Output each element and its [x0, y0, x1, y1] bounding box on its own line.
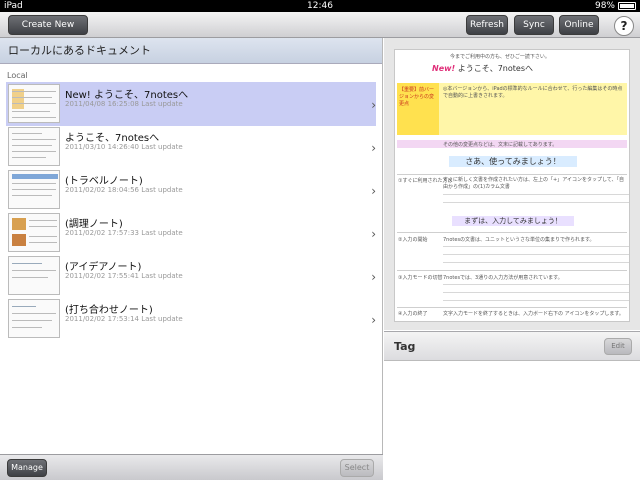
- preview-label-2: ②入力の開始: [398, 237, 428, 243]
- battery-icon: [618, 2, 636, 10]
- preview-rule: [443, 284, 629, 285]
- preview-new-badge: New!: [432, 64, 456, 73]
- preview-divider: [397, 270, 627, 271]
- document-preview[interactable]: 今までご利用中の方も、ぜひご一読下さい。 New! ようこそ、7notesへ ◎…: [394, 49, 630, 322]
- document-thumbnail: [8, 213, 60, 252]
- document-date: 2011/02/02 17:55:41 Last update: [65, 272, 183, 280]
- document-row[interactable]: New! ようこそ、7notesへ 2011/04/08 16:25:08 La…: [6, 82, 376, 126]
- preview-label-4: ④入力の終了: [398, 311, 428, 317]
- status-bar: iPad 12:46 98%: [0, 0, 640, 12]
- document-date: 2011/02/02 17:57:33 Last update: [65, 229, 183, 237]
- preview-other-changes: その他の変更点などは、文末に記載してあります。: [397, 140, 627, 148]
- chevron-right-icon: ›: [371, 98, 376, 112]
- pane-title: ローカルにあるドキュメント: [0, 38, 382, 64]
- document-title: (トラベルノート): [65, 176, 143, 187]
- preview-rule: [443, 254, 629, 255]
- document-thumbnail: [8, 256, 60, 295]
- preview-rule: [443, 194, 629, 195]
- chevron-right-icon: ›: [371, 184, 376, 198]
- preview-rule: [443, 202, 629, 203]
- sync-button[interactable]: Sync: [514, 15, 554, 35]
- preview-important-label: 【重要】前バージョンからの変更点: [397, 83, 439, 135]
- document-date: 2011/02/02 18:04:56 Last update: [65, 186, 183, 194]
- preview-rule: [443, 292, 629, 293]
- preview-rule: [443, 300, 629, 301]
- document-row[interactable]: (トラベルノート) 2011/02/02 18:04:56 Last updat…: [6, 168, 376, 212]
- tag-bar: Tag Edit: [384, 331, 640, 361]
- clock: 12:46: [307, 1, 333, 11]
- battery-indicator: 98%: [595, 0, 636, 12]
- battery-percent: 98%: [594, 1, 615, 11]
- tag-content-area: [384, 361, 640, 480]
- select-button[interactable]: Select: [340, 459, 374, 477]
- document-row[interactable]: ようこそ、7notesへ 2011/03/10 14:26:40 Last up…: [6, 125, 376, 169]
- preview-heading-input: まずは、入力してみましょう！: [395, 216, 629, 226]
- section-label-local: Local: [7, 71, 28, 80]
- chevron-right-icon: ›: [371, 227, 376, 241]
- document-thumbnail: [8, 127, 60, 166]
- refresh-button[interactable]: Refresh: [466, 15, 508, 35]
- preview-heading-input-text: まずは、入力してみましょう！: [452, 216, 574, 226]
- top-toolbar: Create New Refresh Sync Online ?: [0, 12, 640, 38]
- preview-top-line: 今までご利用中の方も、ぜひご一読下さい。: [450, 54, 550, 60]
- document-title: New! ようこそ、7notesへ: [65, 90, 189, 101]
- preview-heading-try: さあ、使ってみましょう！: [395, 156, 629, 167]
- document-date: 2011/03/10 14:26:40 Last update: [65, 143, 183, 151]
- preview-divider: [397, 232, 627, 233]
- preview-row-text-3: 7notesでは、3通りの入力方法が用意されています。: [443, 275, 563, 281]
- document-title: (打ち合わせノート): [65, 305, 153, 316]
- document-list-pane: ローカルにあるドキュメント Local New! ようこそ、7notesへ 20…: [0, 38, 383, 454]
- preview-welcome: New! ようこそ、7notesへ: [432, 63, 533, 74]
- document-thumbnail: [8, 170, 60, 209]
- create-new-button[interactable]: Create New: [8, 15, 88, 35]
- chevron-right-icon: ›: [371, 141, 376, 155]
- document-preview-area: 今までご利用中の方も、ぜひご一読下さい。 New! ようこそ、7notesへ ◎…: [384, 38, 640, 330]
- left-footer-toolbar: Manage Select: [0, 454, 383, 480]
- preview-rule: [443, 246, 629, 247]
- document-row[interactable]: (調理ノート) 2011/02/02 17:57:33 Last update …: [6, 211, 376, 255]
- preview-row-text-4: 文字入力モードを終了するときは、入力ボード右下の アイコンをタップします。: [443, 311, 624, 317]
- tag-label: Tag: [394, 340, 416, 353]
- edit-tags-button[interactable]: Edit: [604, 338, 632, 355]
- preview-heading-try-text: さあ、使ってみましょう！: [449, 156, 577, 167]
- document-title: ようこそ、7notesへ: [65, 133, 160, 144]
- preview-divider: [397, 307, 627, 308]
- document-row[interactable]: (アイデアノート) 2011/02/02 17:55:41 Last updat…: [6, 254, 376, 298]
- help-icon[interactable]: ?: [614, 16, 634, 36]
- document-title: (調理ノート): [65, 219, 123, 230]
- document-thumbnail: [8, 299, 60, 338]
- preview-divider: [397, 174, 627, 175]
- document-date: 2011/02/02 17:53:14 Last update: [65, 315, 183, 323]
- preview-notice-text: ◎本バージョンから、iPadの標準的なルールに合わせて、行った編集はその時点で自…: [443, 86, 623, 99]
- preview-label-3: ③入力モードの切替: [398, 275, 443, 281]
- document-row[interactable]: (打ち合わせノート) 2011/02/02 17:53:14 Last upda…: [6, 297, 376, 341]
- document-thumbnail: [8, 84, 60, 123]
- document-title: (アイデアノート): [65, 262, 142, 273]
- manage-button[interactable]: Manage: [7, 459, 47, 477]
- chevron-right-icon: ›: [371, 270, 376, 284]
- preview-rule: [443, 262, 629, 263]
- preview-welcome-text: ようこそ、7notesへ: [457, 64, 533, 73]
- chevron-right-icon: ›: [371, 313, 376, 327]
- online-button[interactable]: Online: [559, 15, 599, 35]
- preview-row-text-1: すぐに新しく文書を作成されたい方は、左上の「+」アイコンをタップして、「自由から…: [443, 177, 625, 190]
- preview-row-text-2: 7notesの文書は、ユニットというさな単位の集まりで作られます。: [443, 237, 595, 243]
- preview-other-changes-text: その他の変更点などは、文末に記載してあります。: [443, 142, 558, 148]
- document-date: 2011/04/08 16:25:08 Last update: [65, 100, 183, 108]
